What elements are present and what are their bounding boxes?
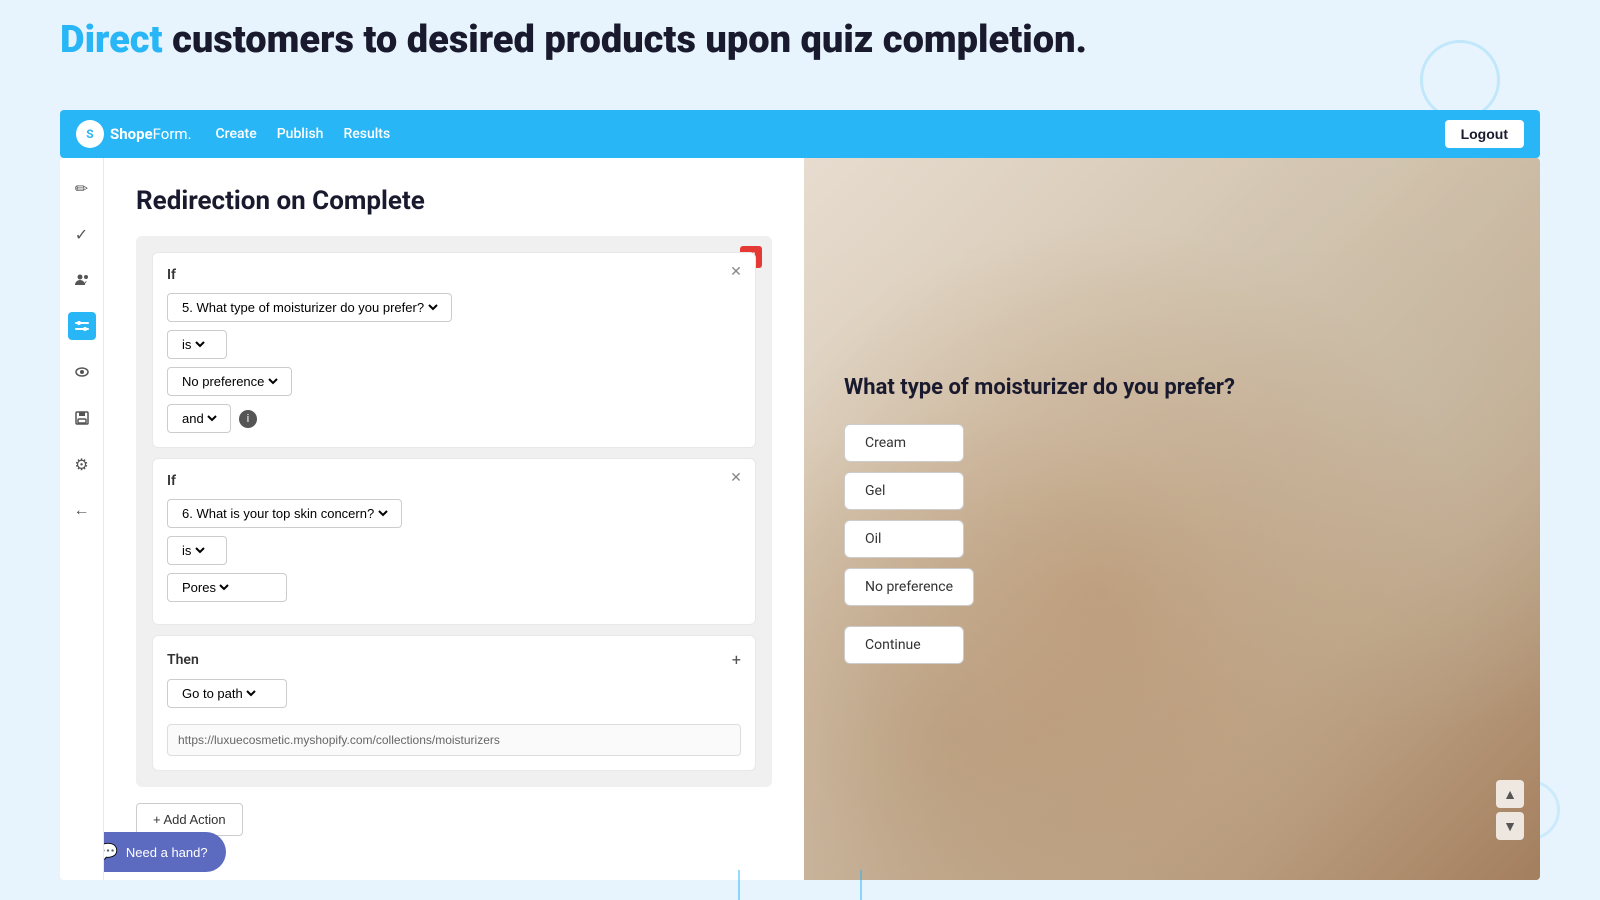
- then-label: Then: [167, 652, 199, 668]
- preview-question: What type of moisturizer do you prefer?: [844, 375, 1235, 400]
- answer-dropdown-1[interactable]: No preference: [178, 373, 281, 390]
- question-select-1[interactable]: 5. What type of moisturizer do you prefe…: [167, 293, 452, 322]
- main-area: ✏ ✓ ⚙ ← Redirection on Complete ✕ If ✕: [60, 158, 1540, 880]
- help-label: Need a hand?: [126, 845, 208, 860]
- answer-select-2[interactable]: Pores: [167, 573, 287, 602]
- sidebar-icon-edit[interactable]: ✏: [68, 174, 96, 202]
- url-input[interactable]: [167, 724, 741, 756]
- if-block-2: If 6. What is your top skin concern? is: [152, 458, 756, 625]
- scroll-arrows: ▲ ▼: [1496, 780, 1524, 840]
- then-plus-icon[interactable]: +: [732, 650, 741, 669]
- question-row-2: 6. What is your top skin concern?: [167, 499, 741, 528]
- preview-panel: What type of moisturizer do you prefer? …: [804, 158, 1540, 880]
- nav-results[interactable]: Results: [343, 126, 390, 142]
- navbar: S ShopeForm. Create Publish Results Logo…: [60, 110, 1540, 158]
- if-label-2: If: [167, 473, 741, 489]
- operator-select-2[interactable]: is: [167, 536, 227, 565]
- if-block-1-close[interactable]: ✕: [727, 263, 745, 281]
- preview-option-no-preference[interactable]: No preference: [844, 568, 974, 606]
- sidebar-icon-save[interactable]: [68, 404, 96, 432]
- navbar-nav: Create Publish Results: [216, 126, 1445, 142]
- hero-heading: Direct customers to desired products upo…: [60, 18, 1087, 62]
- hero-rest: customers to desired products upon quiz …: [163, 18, 1087, 62]
- sidebar-icon-sliders[interactable]: [68, 312, 96, 340]
- divider-1: [738, 870, 740, 900]
- question-dropdown-2[interactable]: 6. What is your top skin concern?: [178, 505, 391, 522]
- connector-row: and i: [167, 404, 741, 433]
- answer-row-1: No preference: [167, 367, 741, 396]
- answer-select-1[interactable]: No preference: [167, 367, 292, 396]
- sidebar-icon-check[interactable]: ✓: [68, 220, 96, 248]
- operator-select-1[interactable]: is: [167, 330, 227, 359]
- preview-continue-button[interactable]: Continue: [844, 626, 964, 664]
- operator-row-2: is: [167, 536, 741, 565]
- answer-row-2-close[interactable]: ✕: [727, 469, 745, 487]
- divider-2: [860, 870, 862, 900]
- then-block: Then + Go to path: [152, 635, 756, 771]
- sidebar-icon-settings[interactable]: ⚙: [68, 450, 96, 478]
- preview-option-cream[interactable]: Cream: [844, 424, 964, 462]
- bottom-dividers: [738, 870, 862, 900]
- operator-dropdown-1[interactable]: is: [178, 336, 208, 353]
- content-panel: Redirection on Complete ✕ If ✕ 5. What t…: [104, 158, 804, 880]
- connector-dropdown[interactable]: and: [178, 410, 220, 427]
- scroll-down-arrow[interactable]: ▼: [1496, 812, 1524, 840]
- sidebar-icon-eye[interactable]: [68, 358, 96, 386]
- if-label-1: If: [167, 267, 741, 283]
- navbar-brand: S ShopeForm.: [76, 120, 192, 148]
- preview-option-oil[interactable]: Oil: [844, 520, 964, 558]
- logout-button[interactable]: Logout: [1445, 120, 1524, 148]
- answer-dropdown-2[interactable]: Pores: [178, 579, 232, 596]
- action-dropdown[interactable]: Go to path: [178, 685, 259, 702]
- sidebar-icon-users[interactable]: [68, 266, 96, 294]
- answer-row-2: Pores ✕: [167, 573, 741, 602]
- navbar-brand-text: ShopeForm.: [110, 125, 192, 143]
- action-select[interactable]: Go to path: [167, 679, 287, 708]
- scroll-up-arrow[interactable]: ▲: [1496, 780, 1524, 808]
- sidebar-icons: ✏ ✓ ⚙ ←: [60, 158, 104, 880]
- info-icon[interactable]: i: [239, 410, 257, 428]
- action-row: Go to path: [167, 679, 741, 708]
- preview-option-gel[interactable]: Gel: [844, 472, 964, 510]
- then-header: Then +: [167, 650, 741, 669]
- navbar-logo: S: [76, 120, 104, 148]
- hero-direct: Direct: [60, 18, 163, 62]
- question-row-1: 5. What type of moisturizer do you prefe…: [167, 293, 741, 322]
- connector-select[interactable]: and: [167, 404, 231, 433]
- operator-dropdown-2[interactable]: is: [178, 542, 208, 559]
- nav-publish[interactable]: Publish: [277, 126, 324, 142]
- nav-create[interactable]: Create: [216, 126, 257, 142]
- deco-circle-tr: [1420, 40, 1500, 120]
- rule-card: ✕ If ✕ 5. What type of moisturizer do yo…: [136, 236, 772, 787]
- preview-overlay: What type of moisturizer do you prefer? …: [804, 158, 1540, 880]
- if-block-1: If ✕ 5. What type of moisturizer do you …: [152, 252, 756, 448]
- panel-title: Redirection on Complete: [136, 186, 772, 216]
- operator-row-1: is: [167, 330, 741, 359]
- question-dropdown-1[interactable]: 5. What type of moisturizer do you prefe…: [178, 299, 441, 316]
- sidebar-icon-back[interactable]: ←: [68, 496, 96, 524]
- question-select-2[interactable]: 6. What is your top skin concern?: [167, 499, 402, 528]
